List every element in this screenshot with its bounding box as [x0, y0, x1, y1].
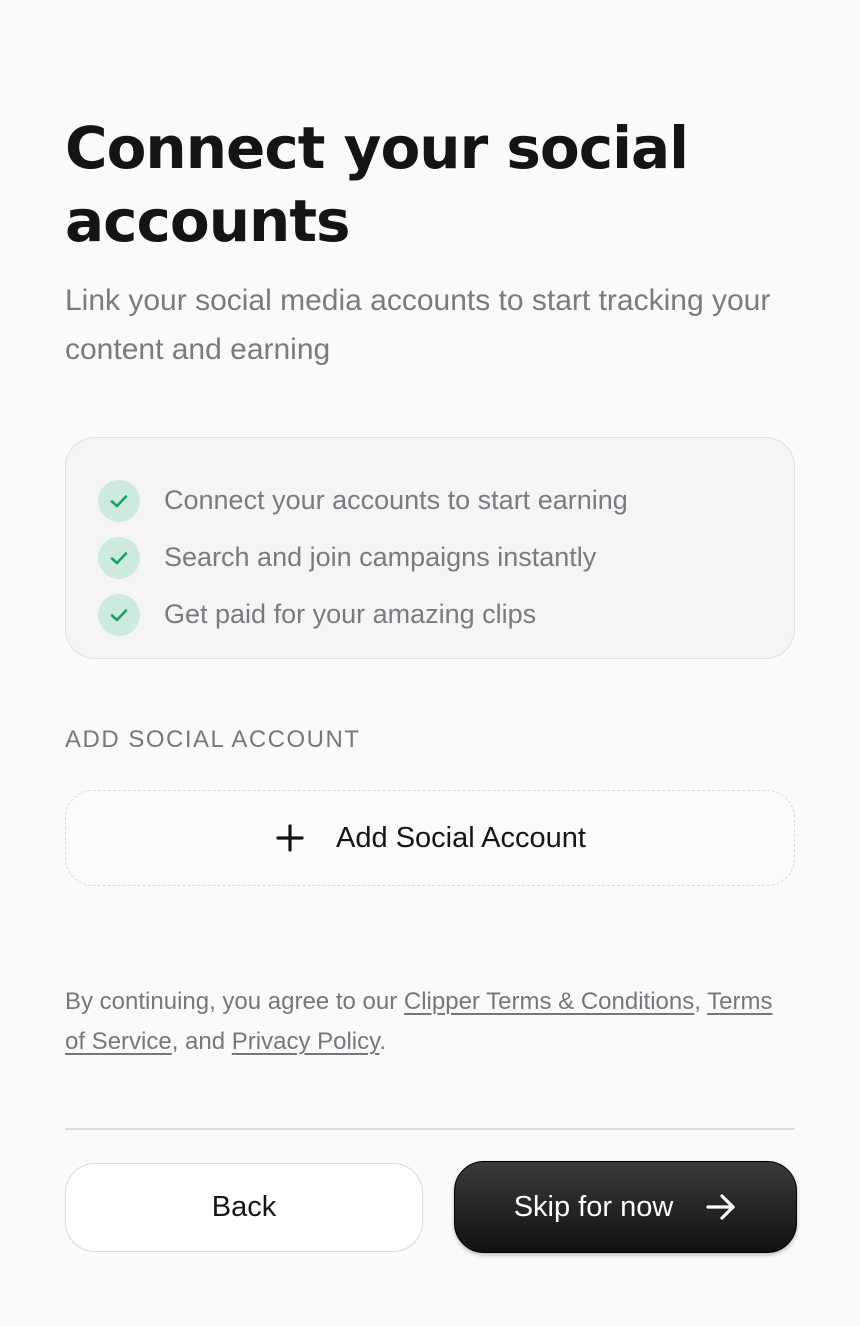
- skip-button-label: Skip for now: [513, 1190, 674, 1223]
- privacy-policy-link[interactable]: Privacy Policy: [232, 1028, 380, 1055]
- section-label: ADD SOCIAL ACCOUNT: [65, 726, 361, 753]
- feature-item: Connect your accounts to start earning: [66, 472, 794, 529]
- legal-separator: ,: [694, 988, 708, 1015]
- clipper-terms-link[interactable]: Clipper Terms & Conditions: [404, 988, 694, 1015]
- legal-separator: , and: [171, 1028, 232, 1055]
- page-subtitle: Link your social media accounts to start…: [65, 284, 771, 366]
- plus-icon: [274, 822, 306, 854]
- feature-text: Connect your accounts to start earning: [164, 485, 628, 515]
- divider: [65, 1128, 795, 1130]
- check-icon: [98, 536, 140, 579]
- add-social-account-label: Add Social Account: [336, 821, 586, 854]
- feature-item: Get paid for your amazing clips: [66, 586, 794, 643]
- legal-prefix: By continuing, you agree to our: [65, 988, 404, 1015]
- feature-text: Search and join campaigns instantly: [164, 542, 597, 572]
- features-card: Connect your accounts to start earning S…: [65, 437, 795, 659]
- check-icon: [98, 479, 140, 522]
- skip-button[interactable]: Skip for now: [454, 1161, 797, 1253]
- check-icon: [98, 593, 140, 636]
- feature-text: Get paid for your amazing clips: [164, 599, 537, 629]
- back-button[interactable]: Back: [65, 1163, 423, 1252]
- onboarding-page: Connect your social accounts Link your s…: [65, 0, 797, 1326]
- legal-notice: By continuing, you agree to our Clipper …: [65, 982, 795, 1062]
- page-title: Connect your social accounts: [65, 114, 689, 255]
- feature-item: Search and join campaigns instantly: [66, 529, 794, 586]
- add-social-account-button[interactable]: Add Social Account: [65, 790, 795, 886]
- legal-suffix: .: [379, 1028, 387, 1055]
- arrow-right-icon: [705, 1193, 737, 1221]
